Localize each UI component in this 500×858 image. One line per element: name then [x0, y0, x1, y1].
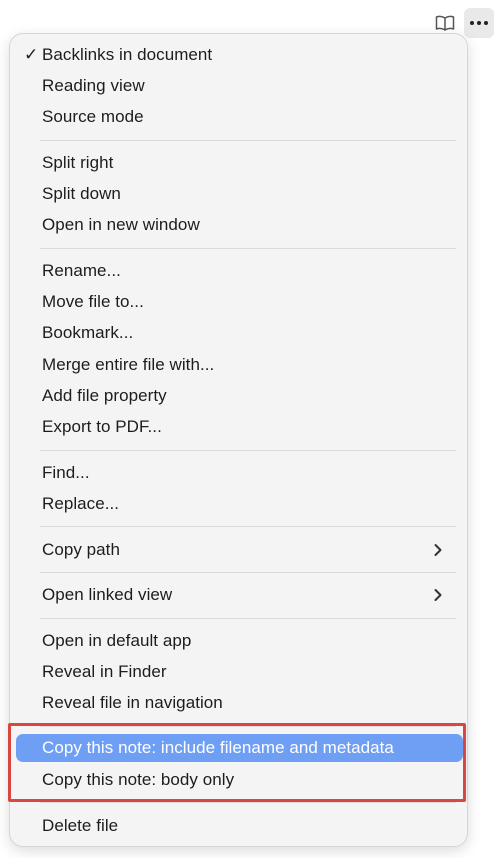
menu-item-copy-note-body-only[interactable]: Copy this note: body only: [16, 766, 463, 794]
menu-item-delete-file[interactable]: Delete file: [16, 812, 463, 840]
book-open-icon: [435, 15, 455, 31]
menu-separator: [40, 572, 456, 573]
chevron-right-icon: [434, 544, 442, 556]
menu-item-label: Reveal file in navigation: [42, 693, 223, 712]
menu-item-open-in-new-window[interactable]: Open in new window: [16, 211, 463, 239]
menu-item-split-right[interactable]: Split right: [16, 149, 463, 177]
menu-item-label: Reveal in Finder: [42, 662, 167, 681]
menu-item-merge-entire-file-with[interactable]: Merge entire file with...: [16, 351, 463, 379]
menu-separator: [40, 526, 456, 527]
menu-item-reveal-file-in-navigation[interactable]: Reveal file in navigation: [16, 689, 463, 717]
menu-item-backlinks-in-document[interactable]: ✓ Backlinks in document: [16, 41, 463, 69]
menu-item-add-file-property[interactable]: Add file property: [16, 382, 463, 410]
menu-item-label: Replace...: [42, 494, 120, 513]
menu-separator: [40, 248, 456, 249]
menu-item-label: Split down: [42, 184, 121, 203]
menu-item-copy-note-with-metadata[interactable]: Copy this note: include filename and met…: [16, 734, 463, 762]
menu-item-label: Open in new window: [42, 215, 200, 234]
menu-item-label: Copy this note: include filename and met…: [42, 738, 394, 757]
menu-item-open-linked-view[interactable]: Open linked view: [16, 581, 463, 609]
menu-item-label: Bookmark...: [42, 323, 134, 342]
menu-item-open-in-default-app[interactable]: Open in default app: [16, 627, 463, 655]
menu-item-bookmark[interactable]: Bookmark...: [16, 319, 463, 347]
menu-item-copy-path[interactable]: Copy path: [16, 536, 463, 564]
menu-item-label: Add file property: [42, 386, 167, 405]
menu-item-label: Copy this note: body only: [42, 770, 235, 789]
menu-item-label: Export to PDF...: [42, 417, 162, 436]
menu-item-reading-view[interactable]: Reading view: [16, 72, 463, 100]
menu-item-rename[interactable]: Rename...: [16, 257, 463, 285]
menu-item-label: Open linked view: [42, 585, 173, 604]
menu-separator: [40, 140, 456, 141]
menu-separator: [40, 726, 456, 727]
menu-item-source-mode[interactable]: Source mode: [16, 103, 463, 131]
menu-separator: [40, 618, 456, 619]
menu-item-label: Rename...: [42, 261, 121, 280]
menu-item-find[interactable]: Find...: [16, 459, 463, 487]
menu-item-split-down[interactable]: Split down: [16, 180, 463, 208]
menu-item-label: Reading view: [42, 76, 145, 95]
menu-item-label: Find...: [42, 463, 90, 482]
more-options-button[interactable]: [464, 8, 494, 38]
checkmark-icon: ✓: [24, 45, 39, 64]
menu-item-label: Move file to...: [42, 292, 144, 311]
menu-item-replace[interactable]: Replace...: [16, 490, 463, 518]
menu-item-label: Source mode: [42, 107, 144, 126]
menu-item-label: Backlinks in document: [42, 45, 213, 64]
menu-item-label: Split right: [42, 153, 114, 172]
menu-item-label: Open in default app: [42, 631, 192, 650]
context-menu: ✓ Backlinks in document Reading view Sou…: [9, 33, 468, 847]
menu-item-label: Merge entire file with...: [42, 355, 215, 374]
menu-item-export-to-pdf[interactable]: Export to PDF...: [16, 413, 463, 441]
menu-item-label: Copy path: [42, 540, 120, 559]
menu-separator: [40, 802, 456, 803]
menu-item-label: Delete file: [42, 816, 119, 835]
chevron-right-icon: [434, 589, 442, 601]
menu-item-move-file-to[interactable]: Move file to...: [16, 288, 463, 316]
menu-separator: [40, 450, 456, 451]
menu-item-reveal-in-finder[interactable]: Reveal in Finder: [16, 658, 463, 686]
more-horizontal-icon: [470, 21, 488, 25]
